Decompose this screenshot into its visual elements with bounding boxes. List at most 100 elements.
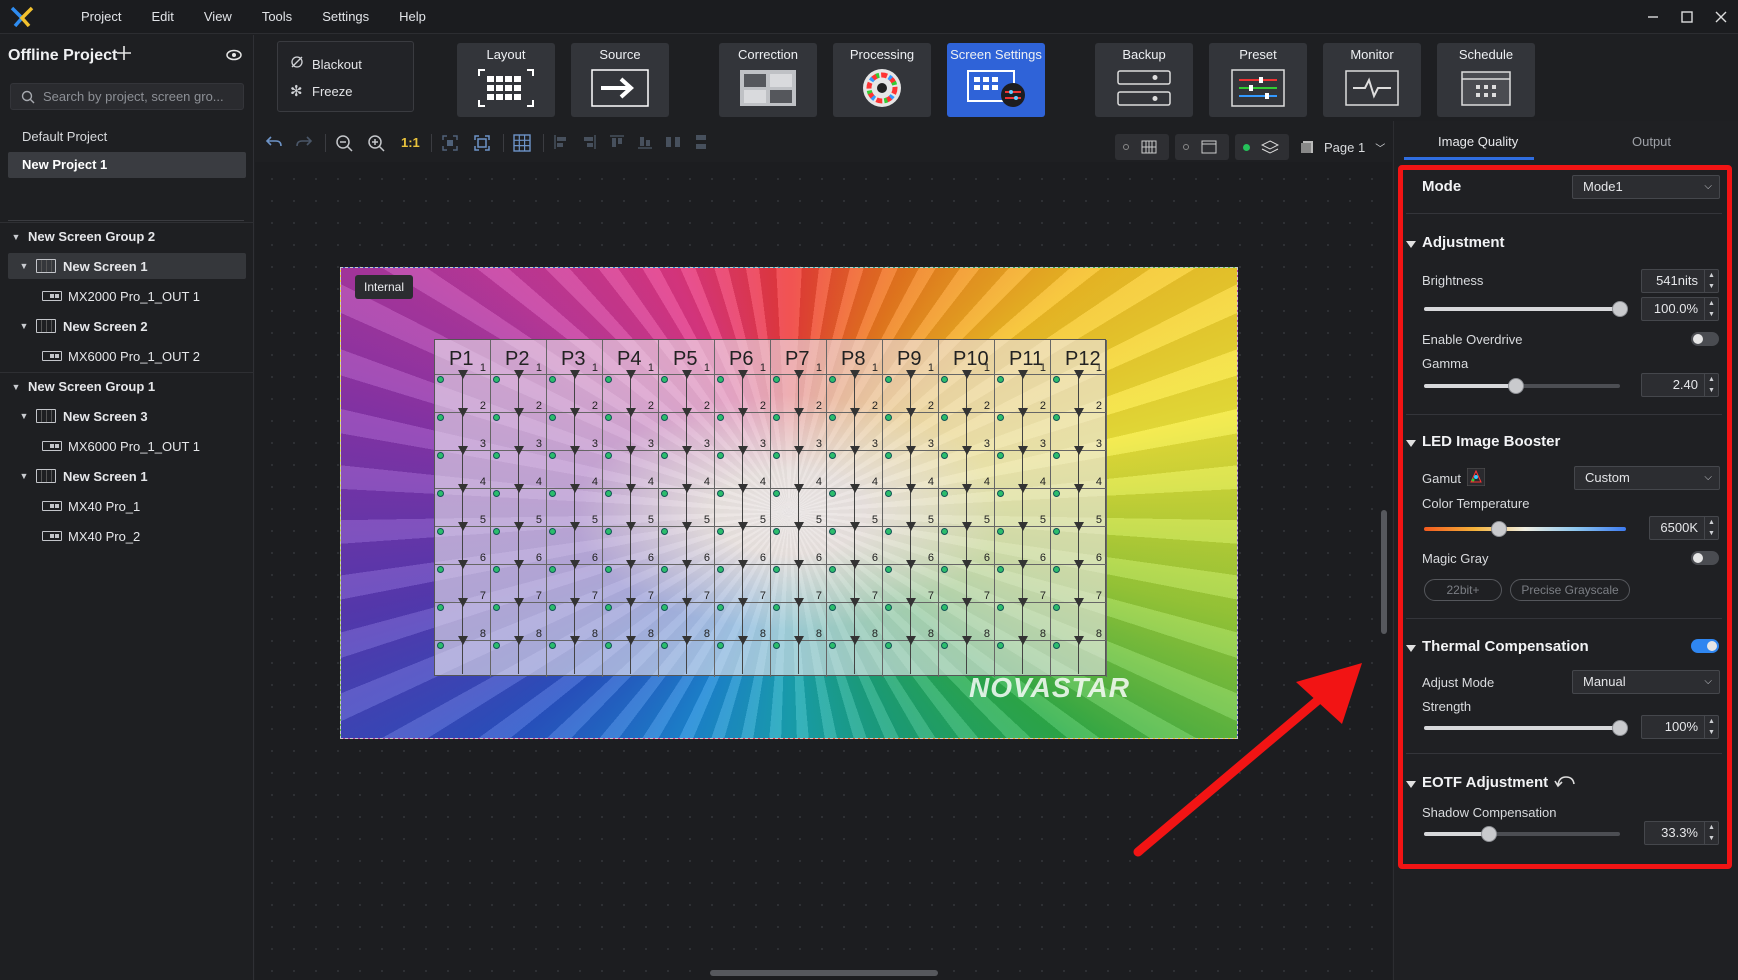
- connection-arrow-icon: [794, 560, 804, 569]
- undo-icon[interactable]: [265, 134, 283, 152]
- cabinet-start-dot: [941, 490, 948, 497]
- cabinet-number: 1: [815, 362, 822, 374]
- toolbar-preset-button[interactable]: Preset: [1209, 43, 1307, 117]
- tree-device[interactable]: MX40 Pro_2: [0, 522, 254, 550]
- cabinet-start-dot: [1053, 490, 1060, 497]
- vertical-scrollbar[interactable]: [1381, 510, 1387, 634]
- port-column[interactable]: P2 1 2 3 4 5 6 7 8: [491, 340, 547, 677]
- port-column[interactable]: P4 1 2 3 4 5 6 7 8: [603, 340, 659, 677]
- maximize-button[interactable]: [1670, 0, 1704, 34]
- visibility-toggle[interactable]: [226, 49, 242, 64]
- tree-screen[interactable]: ▼ New Screen 1: [0, 462, 254, 490]
- port-column[interactable]: P3 1 2 3 4 5 6 7 8: [547, 340, 603, 677]
- tree-device[interactable]: MX40 Pro_1: [0, 492, 254, 520]
- menu-tools[interactable]: Tools: [247, 0, 307, 34]
- port-column[interactable]: P5 1 2 3 4 5 6 7 8: [659, 340, 715, 677]
- toolbar-layout-button[interactable]: Layout: [457, 43, 555, 117]
- fit-screen-icon[interactable]: [473, 134, 491, 152]
- tree-device[interactable]: MX6000 Pro_1_OUT 2: [0, 342, 254, 370]
- tree-screen-group[interactable]: ▼ New Screen Group 1: [0, 372, 254, 400]
- add-project-button[interactable]: [116, 45, 132, 65]
- novastar-logo-icon: [10, 6, 34, 28]
- tab-image-quality[interactable]: Image Quality: [1438, 134, 1518, 149]
- cabinet-start-dot: [493, 414, 500, 421]
- port-column[interactable]: P11 1 2 3 4 5 6 7 8: [995, 340, 1051, 677]
- tab-output[interactable]: Output: [1632, 134, 1671, 149]
- menu-settings[interactable]: Settings: [307, 0, 384, 34]
- distribute-horizontal-icon[interactable]: [665, 134, 681, 152]
- view-toggle-calendar[interactable]: [1175, 134, 1229, 160]
- port-column[interactable]: P6 1 2 3 4 5 6 7 8: [715, 340, 771, 677]
- connection-arrow-icon: [682, 446, 692, 455]
- tree-screen-group[interactable]: ▼ New Screen Group 2: [0, 222, 254, 250]
- cabinet-number: 6: [871, 552, 878, 564]
- port-column[interactable]: P10 1 2 3 4 5 6 7 8: [939, 340, 995, 677]
- blackout-button[interactable]: Blackout: [290, 52, 362, 76]
- port-column[interactable]: P9 1 2 3 4 5 6 7 8: [883, 340, 939, 677]
- layout-icon: [478, 69, 534, 107]
- freeze-button[interactable]: ✻ Freeze: [290, 79, 352, 103]
- view-toggle-layers[interactable]: [1235, 134, 1289, 160]
- toolbar-monitor-button[interactable]: Monitor: [1323, 43, 1421, 117]
- toolbar-screen-settings-button[interactable]: Screen Settings: [947, 43, 1045, 117]
- toolbar-source-button[interactable]: Source: [571, 43, 669, 117]
- fit-selection-icon[interactable]: [441, 134, 459, 152]
- cabinet-number: 1: [983, 362, 990, 374]
- tree-screen[interactable]: ▼ New Screen 3: [0, 402, 254, 430]
- port-column[interactable]: P1 1 2 3 4 5 6 7 8: [435, 340, 491, 677]
- chevron-down-icon[interactable]: ▼: [17, 321, 31, 331]
- chevron-down-icon[interactable]: ▼: [17, 471, 31, 481]
- align-right-icon[interactable]: [581, 134, 597, 152]
- horizontal-scrollbar[interactable]: [710, 970, 938, 976]
- tree-device[interactable]: MX6000 Pro_1_OUT 1: [0, 432, 254, 460]
- align-top-icon[interactable]: [609, 134, 625, 152]
- menu-edit[interactable]: Edit: [136, 0, 188, 34]
- close-button[interactable]: [1704, 0, 1738, 34]
- port-column[interactable]: P7 1 2 3 4 5 6 7 8: [771, 340, 827, 677]
- menu-project[interactable]: Project: [66, 0, 136, 34]
- align-bottom-icon[interactable]: [637, 134, 653, 152]
- screen-preview[interactable]: Internal P1 1 2 3 4 5 6 7 8 P2 1 2 3 4 5 6 7 8 P3 1 2 3 4 5 6 7 8 P…: [340, 267, 1238, 739]
- main-menu: Project Edit View Tools Settings Help: [66, 0, 441, 34]
- project-item-selected[interactable]: New Project 1: [8, 152, 246, 178]
- chevron-down-icon[interactable]: ▼: [9, 232, 23, 242]
- distribute-vertical-icon[interactable]: [693, 134, 709, 152]
- align-left-icon[interactable]: [553, 134, 569, 152]
- tree-screen[interactable]: ▼ New Screen 1: [0, 252, 254, 280]
- toolbar-correction-button[interactable]: Correction: [719, 43, 817, 117]
- connection-arrow-icon: [738, 484, 748, 493]
- cabinet-number: 2: [815, 400, 822, 412]
- grid-icon[interactable]: [513, 134, 531, 152]
- project-item-default[interactable]: Default Project: [8, 124, 246, 150]
- page-selector[interactable]: Page 1 ﹀: [1300, 134, 1385, 160]
- separator: [503, 134, 504, 152]
- view-toggle-layout[interactable]: [1115, 134, 1169, 160]
- receiving-card-grid[interactable]: P1 1 2 3 4 5 6 7 8 P2 1 2 3 4 5 6 7 8 P3 1 2 3 4 5 6 7 8 P4 1 2 3 4 5 6 7 8…: [434, 339, 1107, 677]
- chevron-down-icon[interactable]: ▼: [17, 261, 31, 271]
- toolbar-processing-button[interactable]: Processing: [833, 43, 931, 117]
- port-column[interactable]: P8 1 2 3 4 5 6 7 8: [827, 340, 883, 677]
- toolbar-backup-button[interactable]: Backup: [1095, 43, 1193, 117]
- plus-icon: [117, 46, 131, 60]
- connection-arrow-icon: [738, 598, 748, 607]
- redo-icon[interactable]: [295, 134, 313, 152]
- zoom-in-icon[interactable]: [367, 134, 385, 152]
- cabinet-start-dot: [493, 566, 500, 573]
- menu-help[interactable]: Help: [384, 0, 441, 34]
- chevron-down-icon[interactable]: ▼: [9, 382, 23, 392]
- port-column[interactable]: P12 1 2 3 4 5 6 7 8: [1051, 340, 1107, 677]
- chevron-down-icon[interactable]: ▼: [17, 411, 31, 421]
- tree-device[interactable]: MX2000 Pro_1_OUT 1: [0, 282, 254, 310]
- cabinet-start-dot: [493, 490, 500, 497]
- menu-view[interactable]: View: [189, 0, 247, 34]
- cabinet-number: 3: [703, 438, 710, 450]
- minimize-button[interactable]: [1636, 0, 1670, 34]
- actual-size-button[interactable]: 1:1: [401, 135, 420, 153]
- toolbar-backup-label: Backup: [1122, 47, 1166, 62]
- search-input[interactable]: [43, 84, 239, 109]
- tree-screen[interactable]: ▼ New Screen 2: [0, 312, 254, 340]
- zoom-out-icon[interactable]: [335, 134, 353, 152]
- status-dot-active: [1243, 144, 1250, 151]
- toolbar-schedule-button[interactable]: Schedule: [1437, 43, 1535, 117]
- cabinet-number: 8: [591, 628, 598, 640]
